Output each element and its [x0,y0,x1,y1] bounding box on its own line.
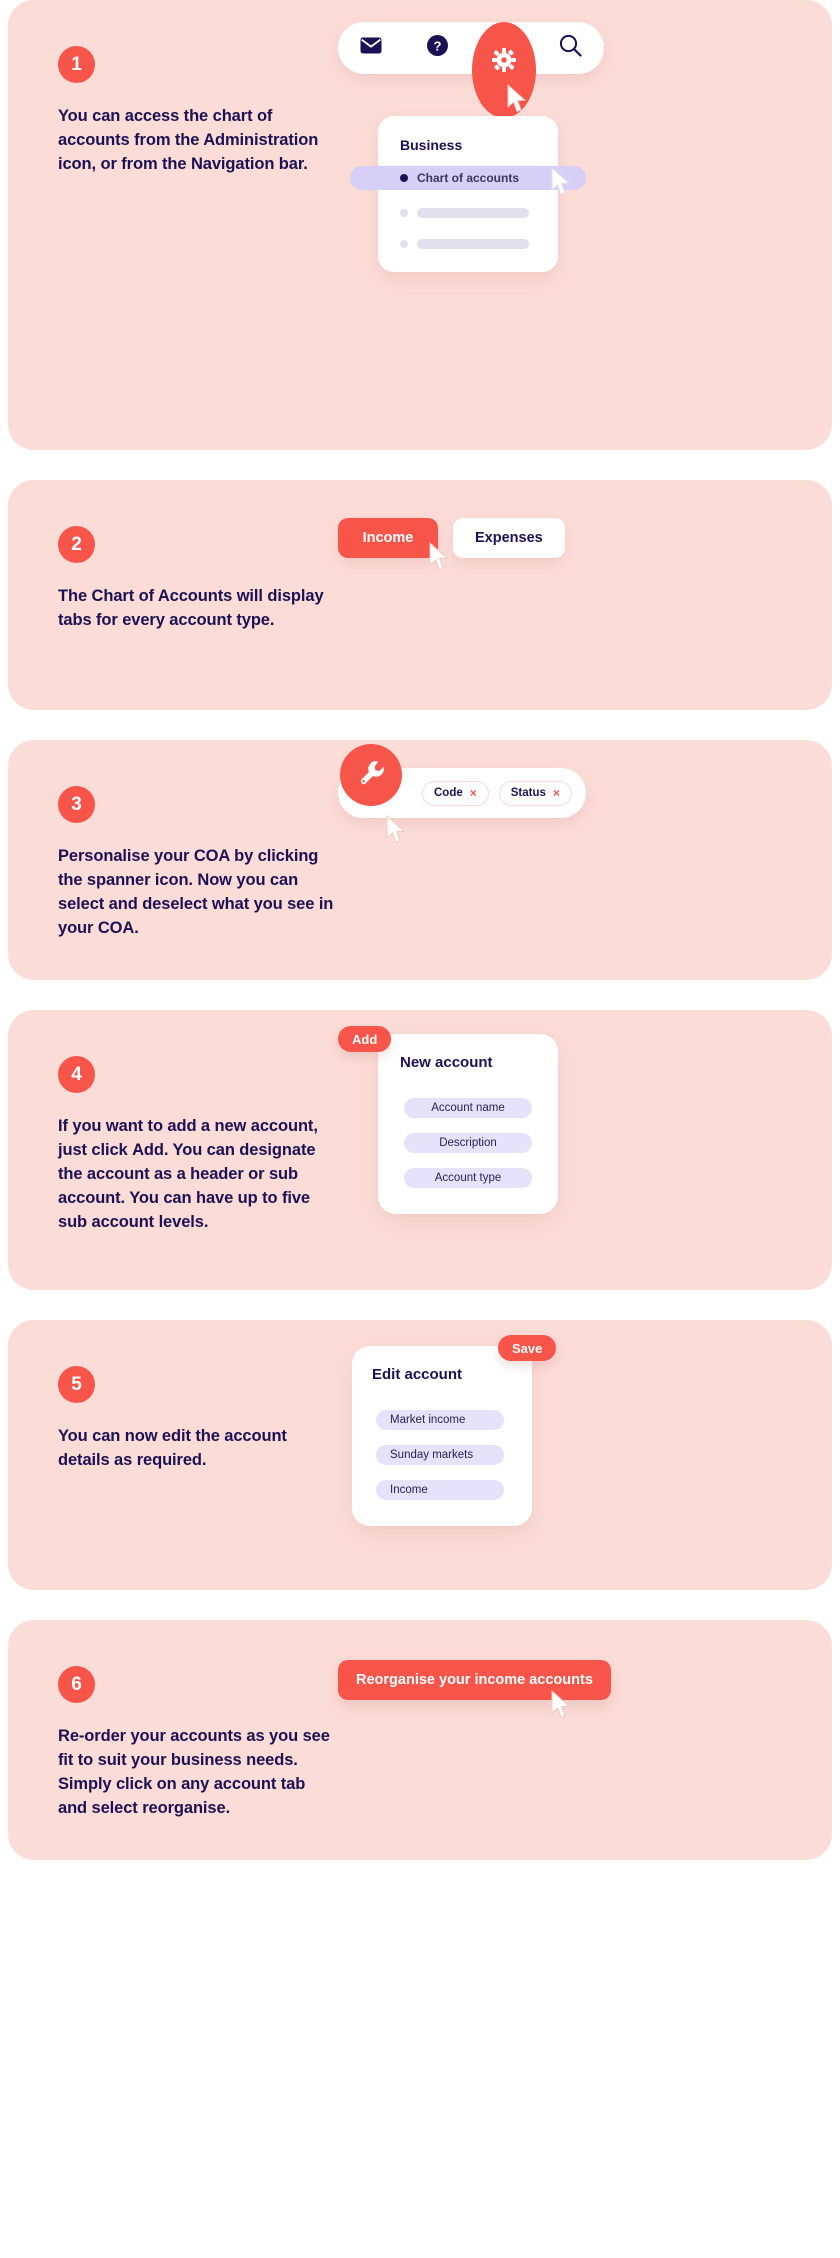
step-panel-5: 5 You can now edit the account details a… [8,1320,832,1590]
chip-label: Status [510,787,546,799]
close-icon[interactable]: × [553,786,560,800]
mail-icon-button[interactable] [338,22,405,74]
edit-account-card: Edit account Market income Sunday market… [352,1346,532,1526]
add-button[interactable]: Add [338,1026,392,1052]
chip-label: Code [434,787,463,799]
step-panel-3: 3 Personalise your COA by clicking the s… [8,740,832,980]
text-after: . [225,1798,231,1817]
step-2-description: The Chart of Accounts will display tabs … [58,587,324,629]
step-4-text-column: 4 If you want to add a new account, just… [8,1010,338,1290]
save-button[interactable]: Save [498,1335,557,1361]
placeholder-bar [417,208,529,218]
step-6-text-column: 6 Re-order your accounts as you see fit … [8,1620,338,1860]
bullet-dot-icon [400,209,408,217]
chip-code[interactable]: Code × [422,780,489,806]
field-sunday-markets[interactable]: Sunday markets [376,1445,504,1465]
step-number-badge-2: 2 [58,526,95,563]
step-3-visual: Code × Status × [338,740,832,980]
edit-account-title: Edit account [372,1366,463,1383]
tab-expenses[interactable]: Expenses [453,518,565,558]
step-2-text-column: 2 The Chart of Accounts will display tab… [8,480,338,710]
step-number-badge-5: 5 [58,1366,95,1403]
step-number-badge-1: 1 [58,46,95,83]
menu-item-placeholder [400,208,529,218]
wrench-icon [358,759,385,791]
step-number-badge-3: 3 [58,786,95,823]
bullet-dot-icon [400,240,408,248]
search-icon-button[interactable] [538,22,605,74]
field-market-income[interactable]: Market income [376,1410,504,1430]
account-type-tabs: Income Expenses [338,518,565,558]
step-panel-6: 6 Re-order your accounts as you see fit … [8,1620,832,1860]
step-6-description: Re-order your accounts as you see fit to… [58,1725,338,1821]
close-icon[interactable]: × [470,786,477,800]
step-5-description: You can now edit the account details as … [58,1427,287,1469]
gear-icon [491,47,517,78]
step-3-description: Personalise your COA by clicking the spa… [58,847,334,937]
field-description[interactable]: Description [404,1133,532,1153]
step-5-text-column: 5 You can now edit the account details a… [8,1320,338,1590]
svg-text:?: ? [434,39,442,54]
help-icon-button[interactable]: ? [405,22,472,74]
business-menu-title: Business [400,137,463,153]
step-1-description: You can access the chart of accounts fro… [58,107,319,173]
top-icon-toolbar: ? [338,22,605,118]
step-4-visual: Add New account Account name Description… [338,1010,832,1290]
search-icon [559,34,582,62]
step-panel-1: 1 You can access the chart of accounts f… [8,0,832,450]
field-account-name[interactable]: Account name [404,1098,532,1118]
step-number-badge-4: 4 [58,1056,95,1093]
gear-icon-button[interactable] [472,22,536,118]
reorganise-button[interactable]: Reorganise your income accounts [338,1660,611,1700]
step-number-badge-6: 6 [58,1666,95,1703]
spanner-button[interactable] [340,744,402,806]
step-1-visual: ? Business Chart of accounts [338,0,832,450]
menu-item-chart-of-accounts[interactable]: Chart of accounts [350,166,586,190]
new-account-title: New account [400,1054,493,1071]
step-panel-2: 2 The Chart of Accounts will display tab… [8,480,832,710]
field-account-type[interactable]: Account type [404,1168,532,1188]
placeholder-bar [417,239,529,249]
help-icon: ? [427,35,449,61]
new-account-card: New account Account name Description Acc… [378,1034,558,1214]
step-6-visual: Reorganise your income accounts [338,1620,832,1860]
step-1-text-column: 1 You can access the chart of accounts f… [8,0,338,450]
chip-status[interactable]: Status × [498,780,572,806]
text-emphasis: Add [132,1140,164,1159]
step-4-description: If you want to add a new account, just c… [58,1115,338,1235]
step-5-visual: Edit account Market income Sunday market… [338,1320,832,1590]
bullet-dot-icon [400,174,408,182]
field-income[interactable]: Income [376,1480,504,1500]
menu-item-label: Chart of accounts [417,171,520,185]
cursor-pointer-spanner [385,814,407,845]
step-2-visual: Income Expenses [338,480,832,710]
step-panel-4: 4 If you want to add a new account, just… [8,1010,832,1290]
text-emphasis: reorganise [142,1798,226,1817]
tab-income[interactable]: Income [338,518,438,558]
business-menu-card: Business Chart of accounts [350,116,586,272]
infographic-page: 1 You can access the chart of accounts f… [0,0,840,1860]
mail-icon [360,37,382,59]
menu-item-placeholder [400,239,529,249]
step-3-text-column: 3 Personalise your COA by clicking the s… [8,740,338,980]
